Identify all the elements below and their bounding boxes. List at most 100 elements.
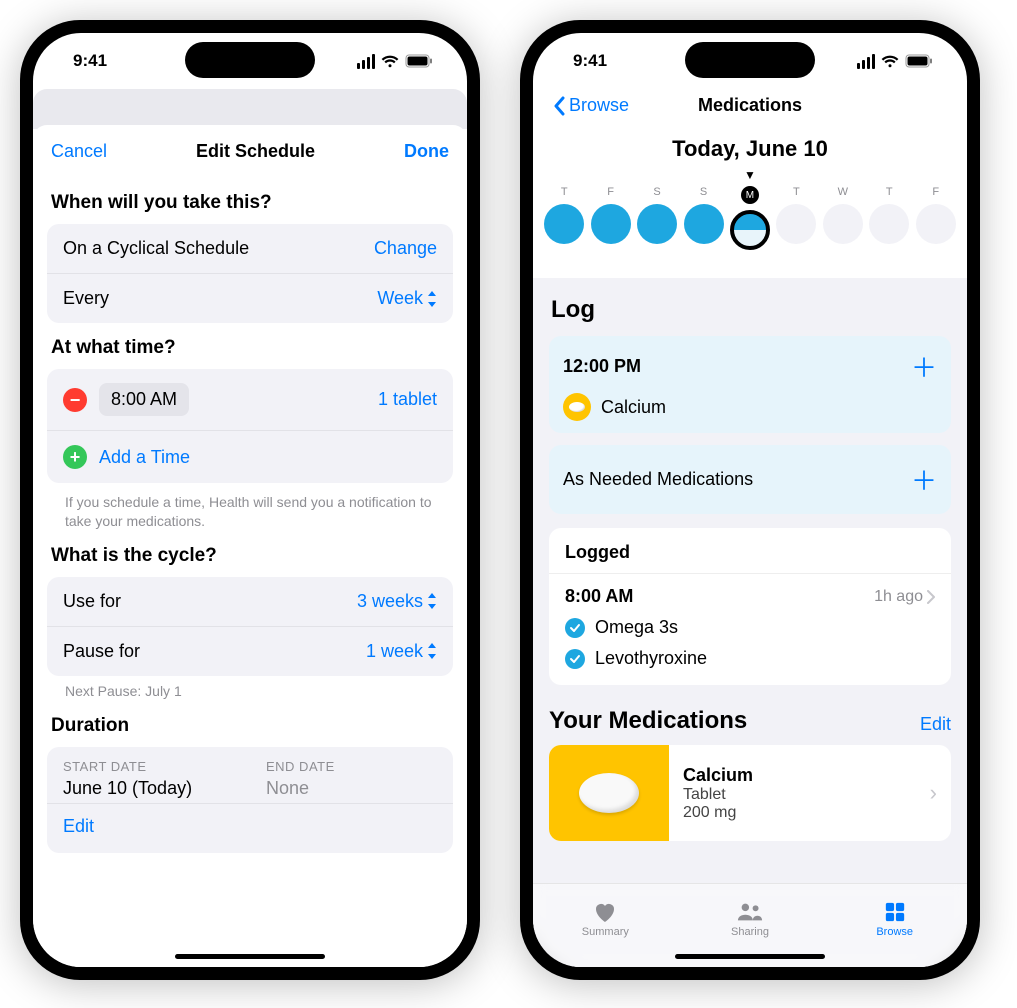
time-card: − 8:00 AM 1 tablet + Add a Time (47, 369, 453, 483)
back-button[interactable]: Browse (553, 95, 629, 116)
time-picker[interactable]: 8:00 AM (99, 383, 189, 416)
day-column[interactable]: M (727, 186, 773, 250)
logged-entry[interactable]: 8:00 AM 1h ago Omega 3s Levothyroxine (549, 574, 951, 685)
edit-duration-button[interactable]: Edit (47, 803, 453, 853)
tablet-icon (579, 773, 639, 813)
sheet-title: Edit Schedule (196, 141, 315, 162)
done-button[interactable]: Done (404, 141, 449, 162)
tab-summary[interactable]: Summary (533, 884, 678, 967)
chevron-right-icon: › (930, 780, 937, 806)
day-column[interactable]: T (866, 186, 912, 250)
medication-card[interactable]: Calcium Tablet 200 mg › (549, 745, 951, 841)
medication-name: Calcium (683, 765, 916, 786)
day-letter: S (700, 186, 707, 198)
updown-icon (427, 643, 437, 659)
add-time-row[interactable]: + Add a Time (47, 430, 453, 483)
schedule-type-row[interactable]: On a Cyclical Schedule Change (47, 224, 453, 273)
nav-bar: Browse Medications (533, 89, 967, 116)
add-as-needed-button[interactable]: ＋ (911, 461, 937, 498)
day-dot (823, 204, 863, 244)
home-indicator[interactable] (675, 954, 825, 959)
logged-time: 8:00 AM (565, 586, 633, 607)
day-dot (776, 204, 816, 244)
log-heading: Log (551, 296, 949, 324)
check-icon (565, 649, 585, 669)
day-letter: M (741, 186, 759, 204)
home-indicator[interactable] (175, 954, 325, 959)
use-for-row[interactable]: Use for 3 weeks (47, 577, 453, 626)
logged-med-item: Levothyroxine (565, 648, 935, 669)
log-time: 12:00 PM (563, 356, 641, 377)
day-column[interactable]: F (913, 186, 959, 250)
medication-strength: 200 mg (683, 804, 916, 822)
tab-summary-label: Summary (582, 926, 629, 938)
add-icon: + (63, 445, 87, 469)
phone-left: 9:41 Cancel Edit Schedule Done When will… (20, 20, 480, 980)
time-footnote: If you schedule a time, Health will send… (47, 483, 453, 531)
add-time-label: Add a Time (99, 447, 190, 468)
logged-heading: Logged (549, 528, 951, 574)
people-icon (737, 901, 763, 923)
remove-time-button[interactable]: − (63, 388, 87, 412)
chevron-right-icon (927, 590, 935, 604)
day-dot (916, 204, 956, 244)
pause-for-row[interactable]: Pause for 1 week (47, 626, 453, 676)
day-letter: T (561, 186, 568, 198)
logged-med-name: Omega 3s (595, 617, 678, 638)
change-button[interactable]: Change (374, 238, 437, 259)
date-heading: Today, June 10 (533, 136, 967, 162)
dose-value[interactable]: 1 tablet (378, 389, 437, 410)
medication-swatch (549, 745, 669, 841)
day-dot (544, 204, 584, 244)
start-date-value: June 10 (Today) (63, 778, 234, 799)
logged-med-name: Levothyroxine (595, 648, 707, 669)
section-title-time: At what time? (51, 337, 449, 359)
day-column[interactable]: S (634, 186, 680, 250)
day-column[interactable]: S (680, 186, 726, 250)
status-time: 9:41 (573, 51, 607, 71)
day-column[interactable]: W (820, 186, 866, 250)
logged-ago: 1h ago (874, 588, 923, 606)
tab-browse[interactable]: Browse (822, 884, 967, 967)
week-strip[interactable]: TFSSMTWTF (533, 186, 967, 264)
cycle-card: Use for 3 weeks Pause for 1 week (47, 577, 453, 676)
wifi-icon (881, 54, 899, 68)
tab-sharing-label: Sharing (731, 926, 769, 938)
date-pointer-icon: ▼ (533, 168, 967, 182)
log-tile-upcoming[interactable]: 12:00 PM ＋ Calcium (549, 336, 951, 433)
battery-icon (405, 54, 433, 68)
use-for-value: 3 weeks (357, 591, 423, 612)
edit-schedule-sheet: Cancel Edit Schedule Done When will you … (33, 125, 467, 967)
edit-meds-button[interactable]: Edit (920, 714, 951, 735)
next-pause-note: Next Pause: July 1 (47, 676, 453, 701)
dynamic-island (685, 42, 815, 78)
day-column[interactable]: T (541, 186, 587, 250)
pill-icon (563, 393, 591, 421)
sheet-backdrop (33, 89, 467, 129)
logged-med-item: Omega 3s (565, 617, 935, 638)
updown-icon (427, 291, 437, 307)
every-value: Week (377, 288, 423, 309)
day-letter: T (886, 186, 893, 198)
as-needed-row[interactable]: As Needed Medications ＋ (549, 445, 951, 514)
log-med-name: Calcium (601, 397, 666, 418)
cancel-button[interactable]: Cancel (51, 141, 107, 162)
day-dot (730, 210, 770, 250)
end-date-field: END DATE None (250, 747, 453, 803)
duration-card: START DATE June 10 (Today) END DATE None… (47, 747, 453, 853)
every-label: Every (63, 288, 109, 309)
day-dot (869, 204, 909, 244)
day-dot (591, 204, 631, 244)
grid-icon (882, 901, 908, 923)
back-label: Browse (569, 95, 629, 116)
section-title-when: When will you take this? (51, 192, 449, 214)
add-log-button[interactable]: ＋ (911, 348, 937, 385)
day-column[interactable]: F (587, 186, 633, 250)
your-meds-heading: Your Medications (549, 707, 747, 735)
every-row[interactable]: Every Week (47, 273, 453, 323)
day-column[interactable]: T (773, 186, 819, 250)
battery-icon (905, 54, 933, 68)
log-med-row[interactable]: Calcium (563, 393, 937, 421)
cellular-icon (857, 54, 875, 69)
dynamic-island (185, 42, 315, 78)
